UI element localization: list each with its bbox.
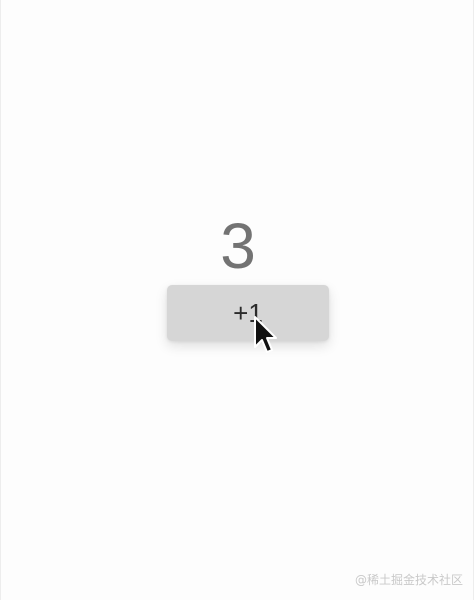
arrow-pointer-icon [254,316,277,353]
watermark: @稀土掘金技术社区 [354,573,463,587]
app-page: 3 +1 @稀土掘金技术社区 [0,0,474,600]
increment-button[interactable]: +1 [167,285,329,341]
counter-value: 3 [220,210,256,282]
